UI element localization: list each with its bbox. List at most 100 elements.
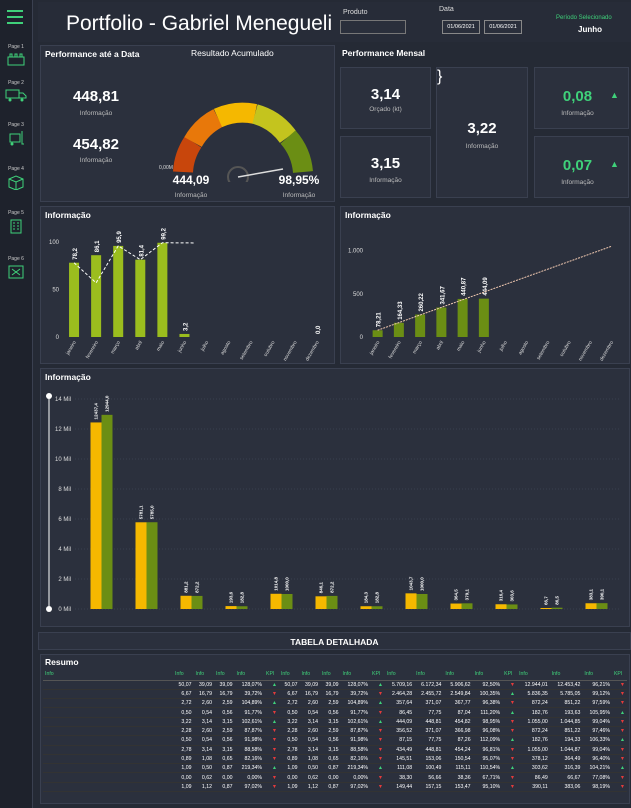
- table-cell: 0,87: [319, 782, 341, 793]
- x-tick-label: fevereiro: [85, 340, 100, 360]
- data-label: 66,7: [544, 596, 549, 605]
- column-header[interactable]: Info: [193, 669, 214, 681]
- table-cell: 0,65: [319, 754, 341, 765]
- date-end-input[interactable]: 01/06/2021: [484, 20, 522, 34]
- column-header[interactable]: Info: [414, 669, 444, 681]
- column-header[interactable]: Info: [214, 669, 235, 681]
- table-cell: 86,49: [517, 772, 550, 783]
- table-cell: 2,59: [214, 726, 235, 737]
- data-label: 164,33: [398, 301, 404, 320]
- data-label: 182,8: [375, 591, 380, 603]
- column-header[interactable]: Info: [517, 669, 550, 681]
- nav-page-2[interactable]: Page 2: [2, 80, 30, 102]
- table-cell: 39,09: [299, 680, 320, 690]
- up-arrow-icon: ▲: [610, 159, 619, 169]
- y-tick-label: 1.000: [348, 249, 364, 255]
- periodo-label: Período Selecionado: [556, 15, 612, 21]
- column-header[interactable]: Info: [278, 669, 300, 681]
- y-tick-label: 0: [56, 335, 60, 341]
- table-cell: 0,56: [319, 707, 341, 718]
- table-cell: ▲: [264, 717, 279, 728]
- table-cell: 153,47: [443, 782, 473, 793]
- table-cell: 39,09: [319, 680, 341, 690]
- column-header[interactable]: Info: [549, 669, 583, 681]
- column-header[interactable]: Info: [234, 669, 265, 681]
- table-cell: 0,89: [173, 754, 194, 765]
- date-start-input[interactable]: 01/06/2021: [442, 20, 480, 34]
- table-cell: ▲: [370, 698, 385, 709]
- table-cell: 0,50: [278, 735, 300, 746]
- table-cell: 96,38%: [472, 698, 503, 709]
- column-header[interactable]: Info: [340, 669, 371, 681]
- table-cell: 99,12%: [582, 689, 612, 700]
- column-header[interactable]: KPI: [370, 669, 385, 681]
- table-cell: 50,07: [173, 680, 194, 690]
- column-header[interactable]: Info: [299, 669, 320, 681]
- table-cell: 193,63: [549, 707, 583, 718]
- table-cell: 2,72: [278, 698, 300, 709]
- bar-series-a: [315, 596, 327, 609]
- gauge-right-label: Informação: [282, 192, 316, 199]
- table-cell: 88,58%: [340, 745, 371, 755]
- table-cell: [43, 689, 173, 700]
- card-info-2-value: 3,15: [370, 155, 401, 172]
- x-tick-label: novembro: [282, 340, 298, 362]
- table-cell: 91,98%: [234, 735, 265, 746]
- table-cell: 367,77: [443, 698, 473, 709]
- data-label: Data: [439, 6, 454, 13]
- table-row: 2,28 2,60 2,59 87,87% ▼ 2,28 2,60 2,59 87,87% ▼ 35…: [43, 726, 627, 737]
- nav-page-4[interactable]: Page 4: [2, 166, 30, 190]
- table-cell: 0,54: [299, 735, 320, 746]
- table-cell: 111,08: [384, 763, 415, 774]
- table-cell: 106,33%: [582, 735, 612, 746]
- table-cell: 149,44: [384, 782, 415, 793]
- table-cell: 1,08: [193, 754, 214, 765]
- x-tick-label: outubro: [263, 340, 277, 358]
- column-header[interactable]: Info: [443, 669, 473, 681]
- table-cell: ▼: [264, 772, 279, 783]
- table-cell: 0,87: [214, 763, 235, 774]
- column-header[interactable]: KPI: [611, 669, 627, 681]
- column-header[interactable]: Info: [472, 669, 503, 681]
- table-cell: 0,62: [193, 772, 214, 783]
- table-cell: ▲: [502, 763, 518, 774]
- column-header[interactable]: Info: [319, 669, 341, 681]
- column-header[interactable]: Info: [43, 669, 173, 681]
- trend-line: [377, 245, 612, 331]
- table-cell: 1,08: [299, 754, 320, 765]
- card-info-4-label: Informação: [561, 110, 594, 117]
- column-header[interactable]: Info: [173, 669, 194, 681]
- column-header[interactable]: Info: [582, 669, 612, 681]
- table-cell: 87,15: [384, 735, 415, 746]
- data-label: 99,2: [161, 227, 167, 239]
- table-cell: 77,08%: [582, 772, 612, 783]
- table-cell: 5.709,16: [384, 680, 415, 690]
- menu-icon[interactable]: [7, 10, 23, 24]
- nav-page-3[interactable]: Page 3: [2, 122, 30, 146]
- table-cell: 3,14: [299, 717, 320, 728]
- bar: [393, 322, 404, 337]
- bar-series-a: [225, 606, 237, 609]
- bar: [457, 298, 468, 337]
- nav-page-1[interactable]: Page 1: [2, 44, 30, 66]
- data-label: 0,0: [316, 325, 322, 334]
- table-cell: 56,66: [414, 772, 444, 783]
- column-header[interactable]: KPI: [502, 669, 518, 681]
- table-cell: 150,54: [443, 754, 473, 765]
- gauge-chart: [173, 102, 313, 182]
- y-tick-label: 8 Mil: [58, 487, 71, 493]
- table-cell: 1,12: [193, 782, 214, 793]
- table-cell: 0,65: [214, 754, 235, 765]
- table-cell: 2,60: [193, 698, 214, 709]
- produto-slicer[interactable]: [340, 20, 406, 34]
- nav-page-5[interactable]: Page 5: [2, 210, 30, 234]
- x-tick-label: outubro: [559, 340, 573, 358]
- table-cell: ▼: [264, 782, 279, 793]
- produto-label: Produto: [343, 9, 368, 16]
- column-header[interactable]: Info: [384, 669, 415, 681]
- header: Portfolio - Gabriel Menegueli Produto Da…: [38, 2, 631, 42]
- x-tick-label: setembro: [239, 340, 255, 361]
- table-cell: 1.044,85: [549, 717, 583, 728]
- nav-page-6[interactable]: Page 6: [2, 256, 30, 280]
- column-header[interactable]: KPI: [264, 669, 279, 681]
